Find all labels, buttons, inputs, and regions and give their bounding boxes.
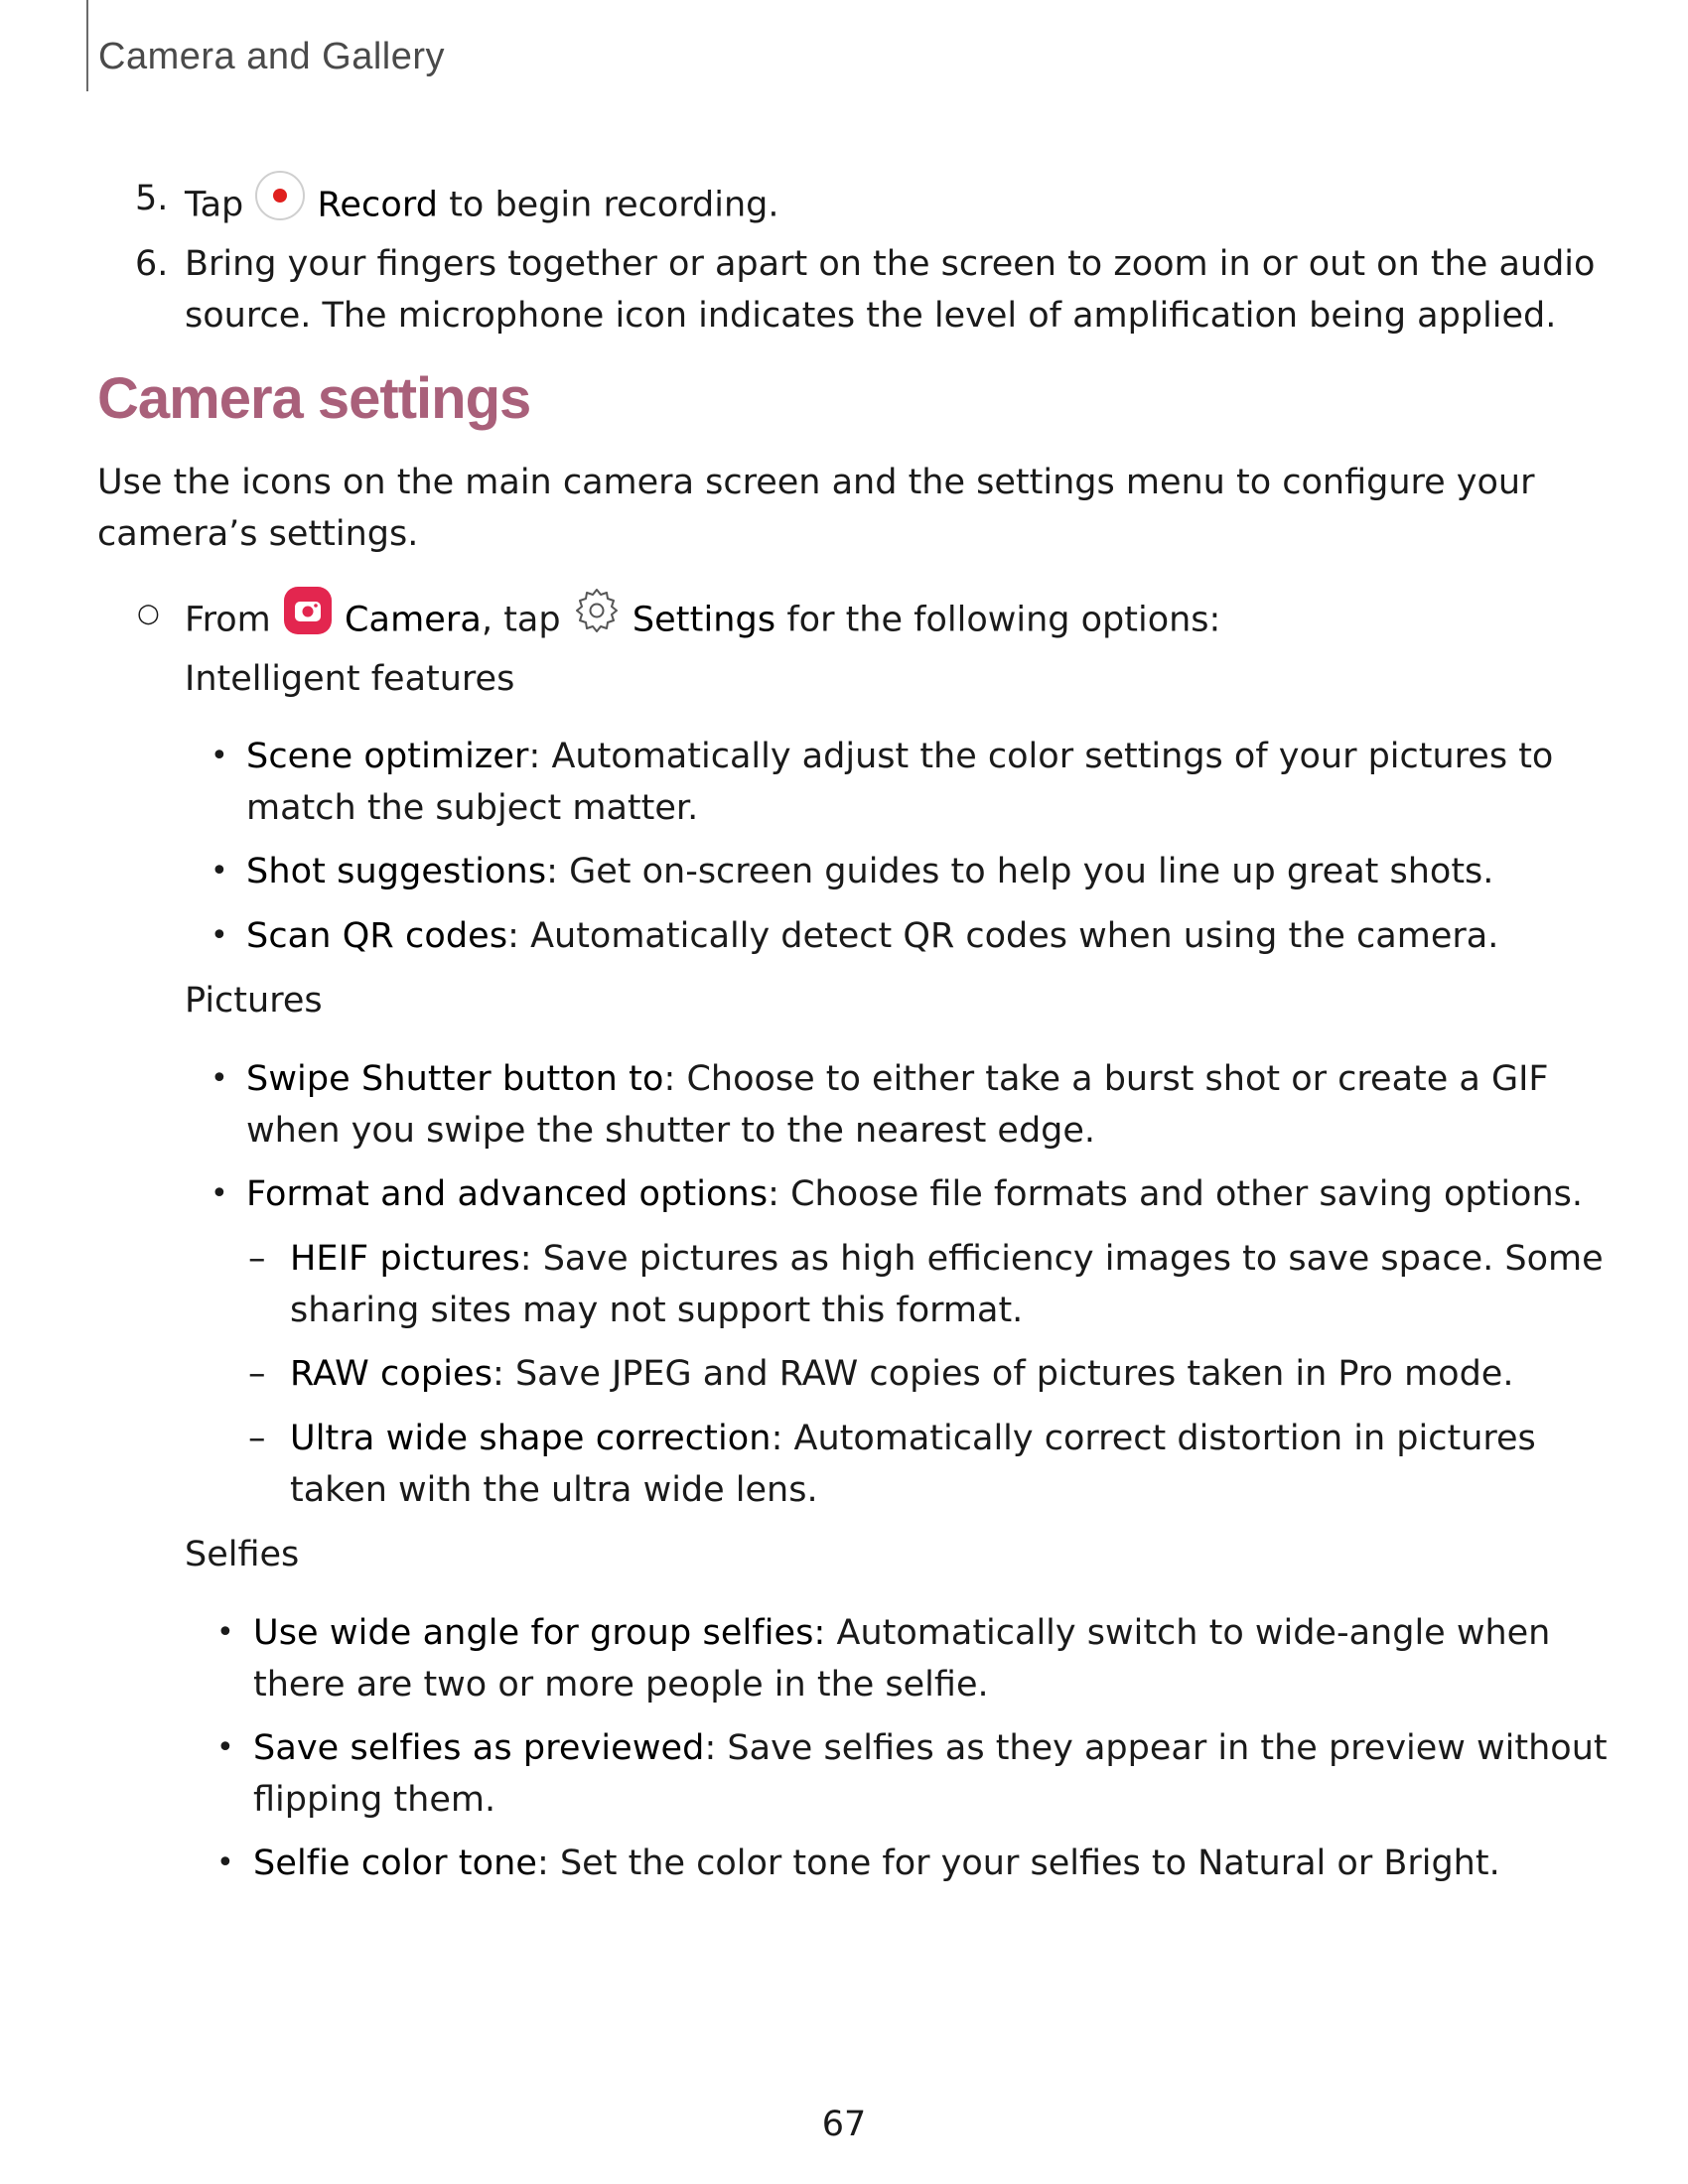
wide-angle-text: Automatically switch to wide-angle when [825,1613,1551,1653]
page-number: 67 [821,2105,867,2144]
bullet: • [211,739,228,773]
camera-app-icon [282,585,334,651]
scan-qr-line: Scan QR codes: Automatically detect QR c… [246,910,1498,962]
scene-optimizer-title: Scene optimizer [246,737,529,776]
wide-angle-title: Use wide angle for group selfies: [253,1613,826,1653]
heif-line-1: HEIF pictures: Save pictures as high eff… [290,1233,1604,1285]
intro-line-1: Use the icons on the main camera screen … [97,463,1535,502]
dash: – [248,1239,266,1279]
save-previewed-line-2: flipping them. [253,1780,496,1820]
intelligent-heading: Intelligent features [185,659,515,699]
ultra-wide-text: : Automatically correct distortion in pi… [771,1419,1536,1458]
format-options-text: : Choose file formats and other saving o… [768,1174,1584,1214]
header-rule [86,0,88,91]
record-icon [254,170,306,236]
color-tone-text: : Set the color tone for your selfies to… [537,1843,1500,1883]
step-6-line-1: Bring your fingers together or apart on … [185,244,1596,284]
save-previewed-line-1: Save selfies as previewed: Save selfies … [253,1722,1608,1774]
gear-icon [572,586,622,650]
shot-suggestions-text: : Get on-screen guides to help you line … [546,852,1494,891]
bullet: • [216,1845,234,1880]
from-post: for the following options: [775,600,1221,640]
step-5-record: Record [317,185,439,225]
ultra-wide-line-2: taken with the ultra wide lens. [290,1470,818,1510]
save-previewed-text: : Save selfies as they appear in the pre… [704,1728,1608,1768]
shot-suggestions-line: Shot suggestions: Get on-screen guides t… [246,846,1493,897]
bullet: • [216,1730,234,1765]
scene-optimizer-text: : Automatically adjust the color setting… [528,737,1554,776]
bullet: • [211,854,228,888]
ultra-wide-title: Ultra wide shape correction [290,1419,772,1458]
ultra-wide-line-1: Ultra wide shape correction: Automatical… [290,1413,1536,1464]
raw-copies-title: RAW copies [290,1354,493,1394]
dash: – [248,1354,266,1394]
format-options-line: Format and advanced options: Choose file… [246,1168,1583,1220]
wide-angle-line-2: there are two or more people in the self… [253,1665,989,1705]
scene-optimizer-line-2: match the subject matter. [246,788,699,828]
raw-copies-text: : Save JPEG and RAW copies of pictures t… [492,1354,1514,1394]
step-5-text: Tap Record to begin recording. [185,170,779,239]
swipe-shutter-text: : Choose to either take a burst shot or … [663,1059,1549,1099]
bullet: • [211,1061,228,1096]
header-title: Camera and Gallery [98,36,446,77]
from-pre: From [185,600,282,640]
section-title: Camera settings [97,366,531,431]
swipe-shutter-line-1: Swipe Shutter button to: Choose to eithe… [246,1053,1549,1105]
circle-bullet: ○ [137,599,160,628]
wide-angle-line-1: Use wide angle for group selfies: Automa… [253,1607,1550,1659]
step-5-number: 5. [135,179,169,218]
selfies-heading: Selfies [185,1535,300,1574]
scan-qr-title: Scan QR codes [246,916,508,956]
step-5-pre: Tap [185,185,255,225]
shot-suggestions-title: Shot suggestions [246,852,547,891]
step-6-number: 6. [135,244,169,284]
save-previewed-title: Save selfies as previewed [253,1728,705,1768]
step-6-line-2: source. The microphone icon indicates th… [185,296,1557,336]
scan-qr-text: : Automatically detect QR codes when usi… [507,916,1499,956]
swipe-shutter-line-2: when you swipe the shutter to the neares… [246,1111,1096,1151]
swipe-shutter-title: Swipe Shutter button to [246,1059,664,1099]
color-tone-line: Selfie color tone: Set the color tone fo… [253,1838,1500,1889]
dash: – [248,1419,266,1458]
bullet: • [211,918,228,953]
bullet: • [216,1615,234,1650]
from-settings: Settings [632,600,776,640]
from-line: From Camera, tap Settings for the follow… [185,585,1221,654]
intro-line-2: camera’s settings. [97,514,419,554]
from-mid: , tap [481,600,572,640]
from-camera: Camera [344,600,482,640]
pictures-heading: Pictures [185,981,323,1021]
scene-optimizer-line-1: Scene optimizer: Automatically adjust th… [246,731,1553,782]
raw-copies-line: RAW copies: Save JPEG and RAW copies of … [290,1348,1513,1400]
heif-title: HEIF pictures [290,1239,520,1279]
format-options-title: Format and advanced options [246,1174,769,1214]
bullet: • [211,1176,228,1211]
heif-text: : Save pictures as high efficiency image… [519,1239,1604,1279]
heif-line-2: sharing sites may not support this forma… [290,1291,1024,1330]
step-5-post: to begin recording. [438,185,779,225]
color-tone-title: Selfie color tone [253,1843,538,1883]
